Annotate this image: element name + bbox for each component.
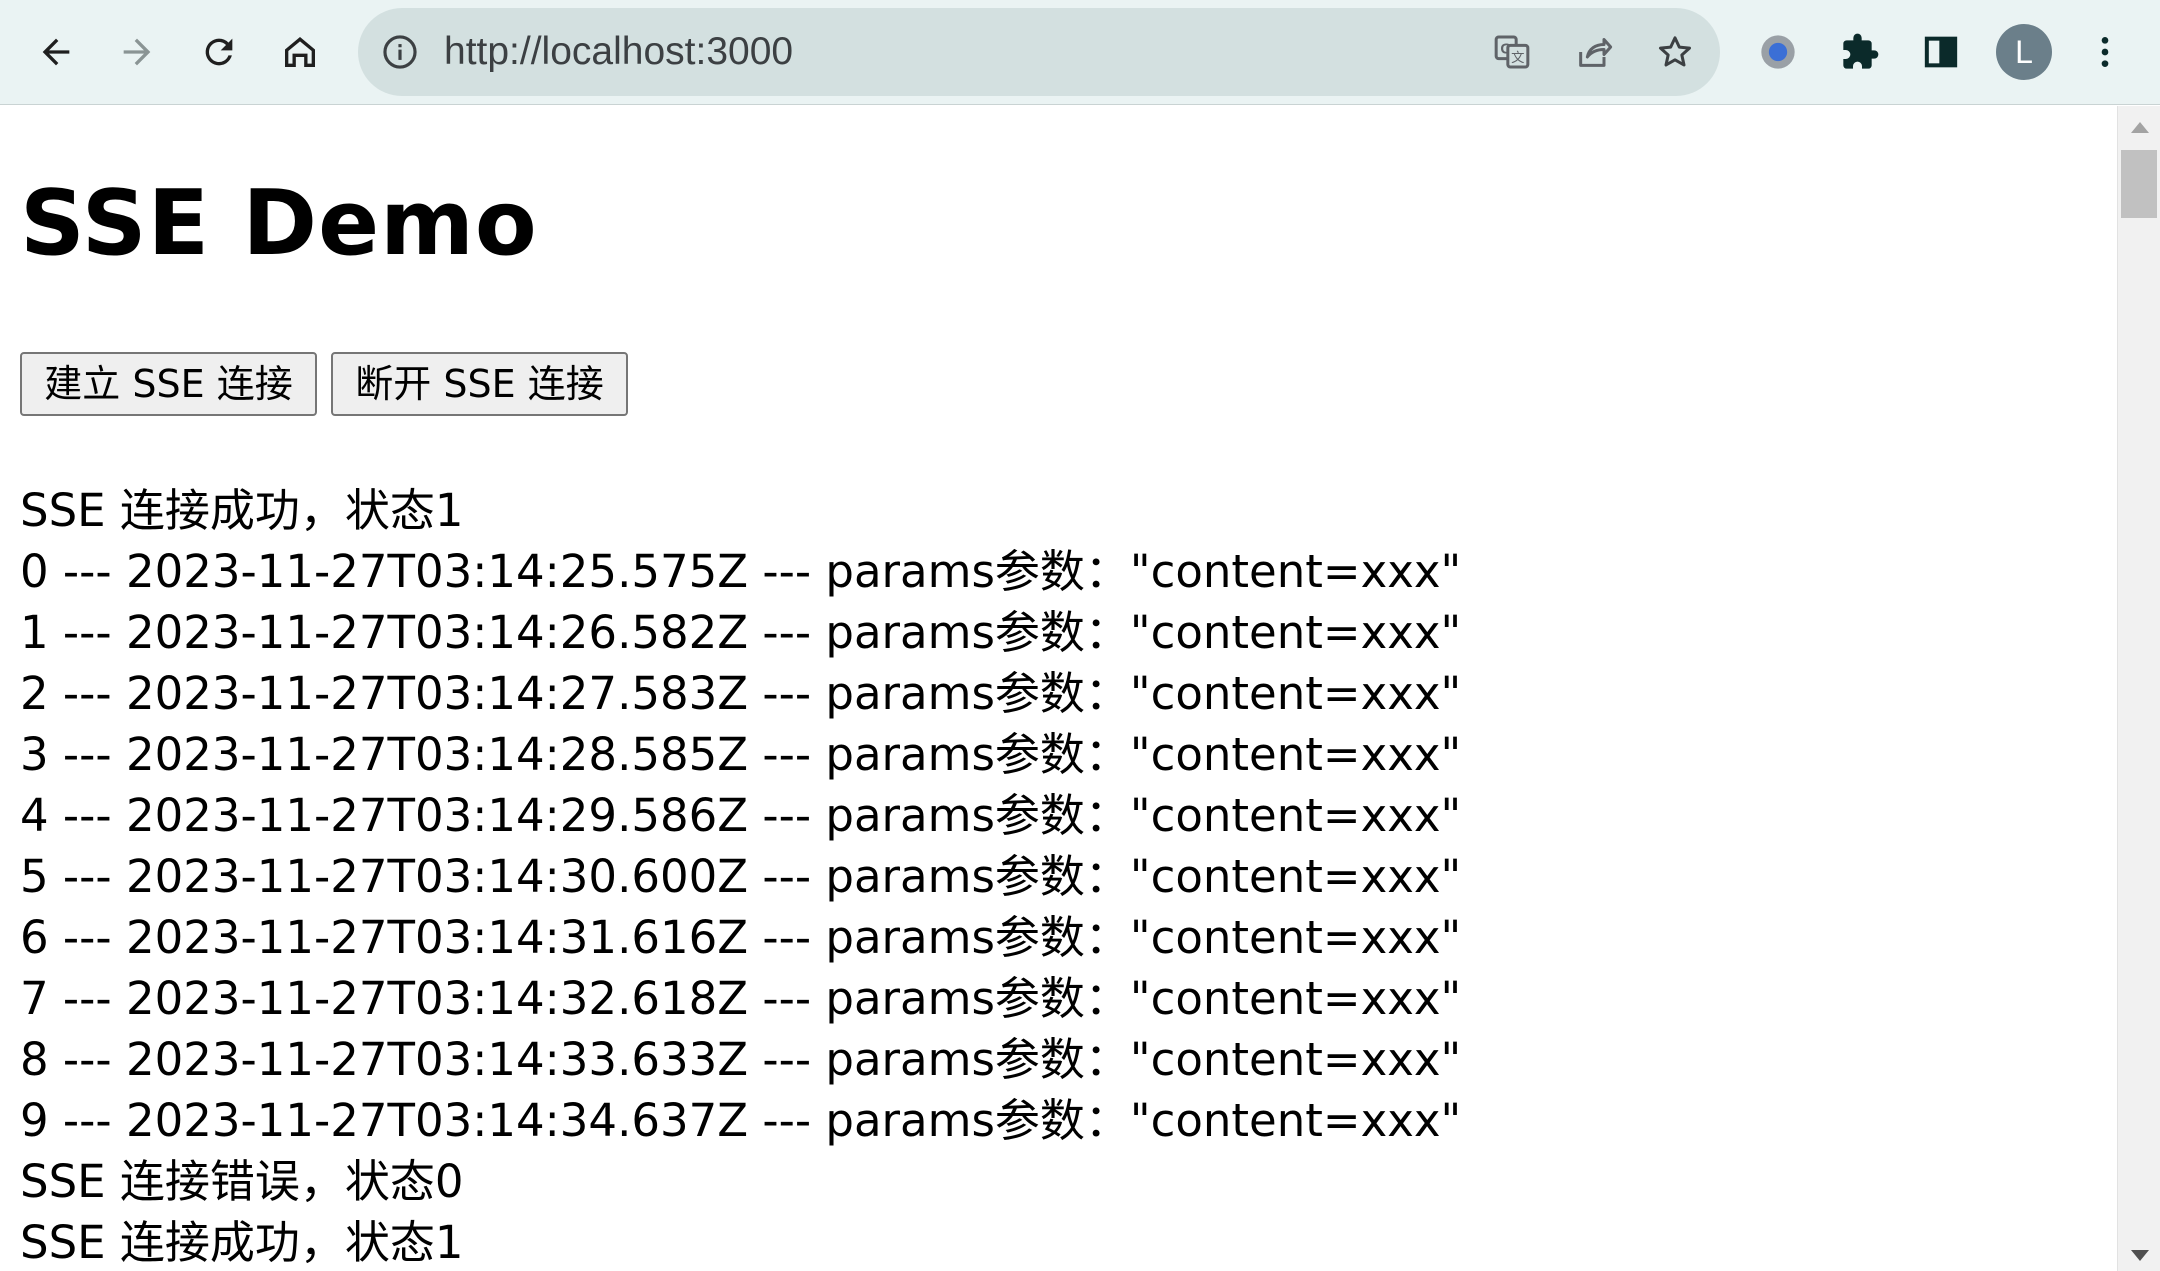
log-line: 9 --- 2023-11-27T03:14:34.637Z --- param…	[20, 1094, 1462, 1147]
address-bar[interactable]: http://localhost:3000 G 文	[358, 8, 1720, 96]
page-viewport: SSE Demo 建立 SSE 连接 断开 SSE 连接 SSE 连接成功，状态…	[0, 106, 2117, 1271]
log-line: 7 --- 2023-11-27T03:14:32.618Z --- param…	[20, 972, 1462, 1025]
log-line: SSE 连接成功，状态1	[20, 484, 464, 537]
log-line: 0 --- 2023-11-27T03:14:25.575Z --- param…	[20, 545, 1462, 598]
sse-log: SSE 连接成功，状态1 0 --- 2023-11-27T03:14:25.5…	[20, 480, 1461, 1271]
home-button[interactable]	[270, 22, 330, 82]
browser-toolbar: http://localhost:3000 G 文 L	[0, 0, 2160, 105]
star-icon	[1659, 36, 1691, 67]
log-line: 4 --- 2023-11-27T03:14:29.586Z --- param…	[20, 789, 1462, 842]
log-line: SSE 连接错误，状态0	[20, 1155, 464, 1208]
profile-avatar-button[interactable]: L	[1996, 24, 2052, 80]
back-button[interactable]	[26, 22, 86, 82]
log-line: 1 --- 2023-11-27T03:14:26.582Z --- param…	[20, 606, 1462, 659]
log-line: 5 --- 2023-11-27T03:14:30.600Z --- param…	[20, 850, 1462, 903]
browser-menu-button[interactable]	[2075, 22, 2135, 82]
translate-button[interactable]: G 文	[1492, 32, 1532, 72]
extensions-button[interactable]	[1830, 22, 1890, 82]
page-title: SSE Demo	[20, 171, 538, 276]
url-text[interactable]: http://localhost:3000	[444, 8, 793, 96]
translate-icon: G 文	[1494, 35, 1530, 69]
home-icon	[285, 37, 315, 67]
connect-sse-button[interactable]: 建立 SSE 连接	[20, 352, 317, 416]
kebab-menu-icon	[2101, 37, 2109, 67]
scrollbar-thumb[interactable]	[2121, 150, 2157, 218]
side-panel-button[interactable]	[1911, 22, 1971, 82]
reload-button[interactable]	[189, 22, 249, 82]
scroll-down-arrow-icon[interactable]	[2131, 1250, 2149, 1261]
site-info-button[interactable]	[380, 32, 420, 72]
scroll-up-arrow-icon[interactable]	[2131, 122, 2149, 133]
arrow-left-icon	[42, 38, 70, 66]
svg-text:文: 文	[1511, 50, 1524, 66]
reload-icon	[205, 38, 233, 66]
disconnect-sse-button[interactable]: 断开 SSE 连接	[331, 352, 628, 416]
vertical-scrollbar[interactable]	[2117, 106, 2160, 1271]
share-icon	[1579, 38, 1613, 67]
log-line: 6 --- 2023-11-27T03:14:31.616Z --- param…	[20, 911, 1462, 964]
puzzle-icon	[1843, 33, 1879, 69]
forward-button[interactable]	[107, 22, 167, 82]
log-line: SSE 连接成功，状态1	[20, 1216, 464, 1269]
record-extension-button[interactable]	[1748, 22, 1808, 82]
log-line: 8 --- 2023-11-27T03:14:33.633Z --- param…	[20, 1033, 1462, 1086]
arrow-right-icon	[123, 38, 151, 66]
share-button[interactable]	[1574, 32, 1614, 72]
record-icon	[1761, 35, 1795, 69]
bookmark-star-button[interactable]	[1655, 32, 1695, 72]
log-line: 2 --- 2023-11-27T03:14:27.583Z --- param…	[20, 667, 1462, 720]
log-line: 3 --- 2023-11-27T03:14:28.585Z --- param…	[20, 728, 1462, 781]
info-icon	[383, 35, 417, 69]
side-panel-icon	[1924, 36, 1958, 68]
